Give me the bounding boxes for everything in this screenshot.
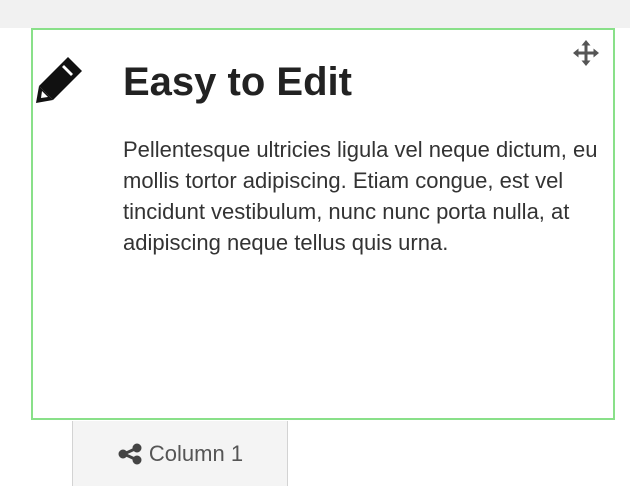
share-icon — [117, 443, 143, 465]
column-tab[interactable]: Column 1 — [72, 421, 288, 486]
move-icon[interactable] — [573, 40, 599, 66]
top-bar — [0, 0, 630, 28]
widget-title: Easy to Edit — [123, 60, 352, 104]
pencil-icon — [33, 54, 85, 106]
column-content-box[interactable]: Easy to Edit Pellentesque ultricies ligu… — [31, 28, 615, 420]
column-tab-label: Column 1 — [148, 440, 244, 466]
widget-body-text: Pellentesque ultricies ligula vel neque … — [123, 137, 598, 255]
